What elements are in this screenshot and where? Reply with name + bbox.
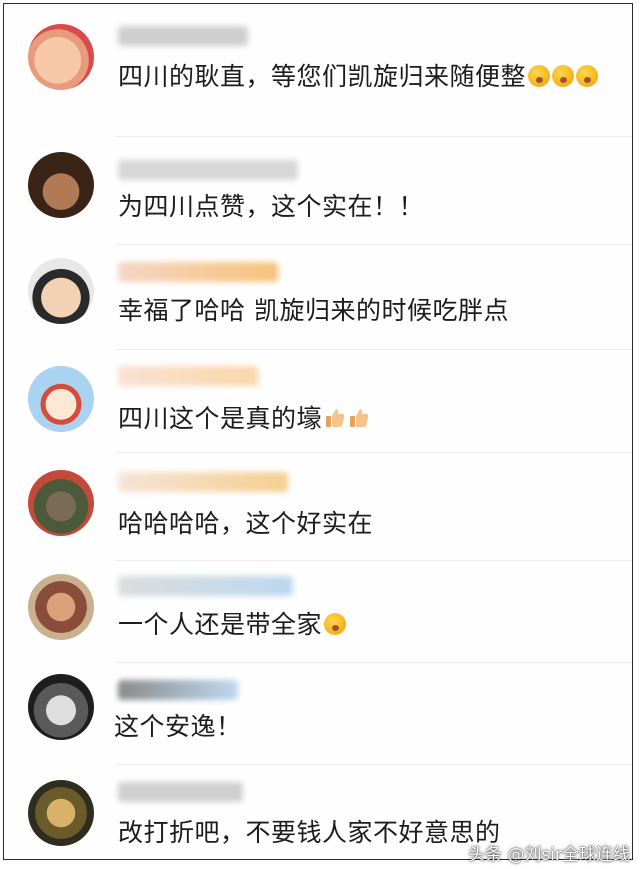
divider — [116, 662, 632, 663]
divider — [116, 560, 632, 561]
comment-text: 四川的耿直，等您们凯旋归来随便整 — [118, 60, 599, 94]
username-blurred[interactable] — [118, 472, 288, 492]
avatar[interactable] — [28, 366, 94, 432]
username-blurred[interactable] — [118, 680, 238, 700]
comment-text: 一个人还是带全家 — [118, 608, 347, 642]
comment-list: 四川的耿直，等您们凯旋归来随便整 为四川点赞，这个实在！！ 幸福了哈哈 凯旋归来… — [3, 3, 633, 860]
flushed-emoji-icon — [552, 65, 575, 87]
avatar[interactable] — [28, 152, 94, 218]
comment-text: 哈哈哈哈，这个好实在 — [118, 509, 374, 538]
avatar[interactable] — [28, 258, 94, 324]
thumbs-up-icon — [326, 409, 345, 427]
divider — [116, 349, 632, 350]
comment-text-content: 一个人还是带全家 — [118, 610, 323, 639]
comment-text: 幸福了哈哈 凯旋归来的时候吃胖点 — [118, 296, 509, 325]
divider — [116, 244, 632, 245]
comment-text: 这个安逸！ — [114, 712, 242, 741]
divider — [116, 452, 632, 453]
username-blurred[interactable] — [118, 366, 258, 386]
watermark: 头条 @刘sir全球连线 — [468, 845, 630, 865]
username-blurred[interactable] — [118, 26, 248, 46]
avatar[interactable] — [28, 574, 94, 640]
avatar[interactable] — [28, 674, 94, 740]
avatar[interactable] — [28, 470, 94, 536]
comment-text-content: 四川的耿直，等您们凯旋归来随便整 — [118, 62, 527, 91]
comment-text-content: 四川这个是真的壕 — [118, 404, 323, 433]
username-blurred[interactable] — [118, 262, 278, 282]
divider — [116, 136, 632, 137]
comment-text: 改打折吧，不要钱人家不好意思的 — [118, 818, 501, 847]
comment-text: 为四川点赞，这个实在！！ — [118, 192, 425, 221]
thumbs-up-icon — [350, 409, 369, 427]
divider — [116, 764, 632, 765]
username-blurred[interactable] — [118, 576, 293, 596]
thinking-emoji-icon — [324, 613, 347, 635]
avatar[interactable] — [28, 780, 94, 846]
username-blurred[interactable] — [118, 160, 298, 180]
comment-text: 四川这个是真的壕 — [118, 402, 370, 436]
avatar[interactable] — [28, 24, 94, 90]
flushed-emoji-icon — [528, 65, 551, 87]
flushed-emoji-icon — [576, 65, 599, 87]
username-blurred[interactable] — [118, 782, 243, 802]
